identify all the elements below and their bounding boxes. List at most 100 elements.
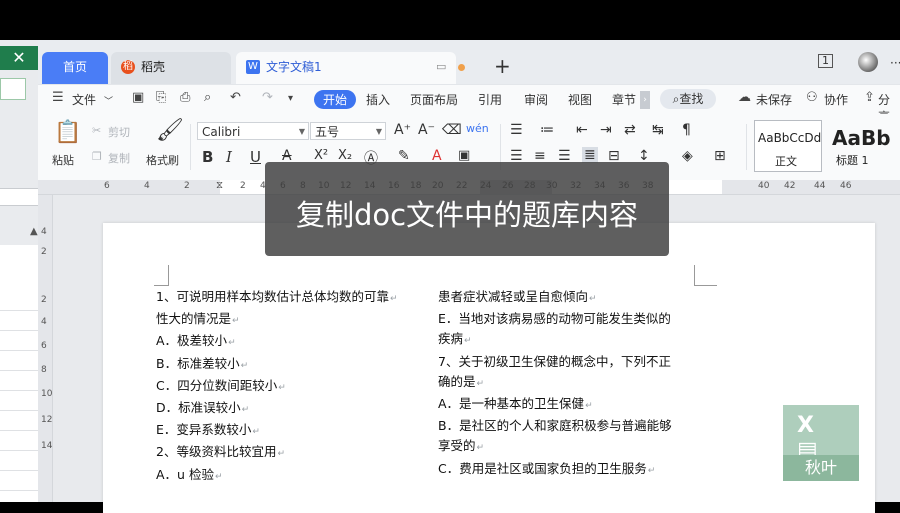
style-heading-1-sample: AaBb xyxy=(832,126,891,150)
export-pdf-icon[interactable]: ⎘ xyxy=(156,90,166,105)
comment-icon xyxy=(0,78,26,100)
text-column-right[interactable]: 患者症状减轻或呈自愈倾向↵ E．当地对该病易感的动物可能发生类似的 疾病↵ 7、… xyxy=(438,287,708,481)
justify-icon[interactable]: ≣ xyxy=(582,147,598,163)
menu-chapter[interactable]: 章节 xyxy=(612,91,636,108)
paste-button[interactable]: 粘贴 xyxy=(52,152,74,168)
format-painter-icon[interactable]: 🖌 xyxy=(156,118,184,143)
text-line: D．标准误较小↵ xyxy=(156,400,250,416)
font-size-select[interactable]: 五号 ▼ xyxy=(310,122,386,140)
shading-icon[interactable]: ◈ xyxy=(682,148,693,164)
tab-home[interactable]: 首页 xyxy=(42,52,108,84)
redo-icon[interactable]: ↷ xyxy=(262,90,273,105)
style-gallery: AaBbCcDd 正文 AaBb 标题 1 xyxy=(754,120,900,172)
bullet-list-icon[interactable]: ☰ xyxy=(510,122,523,138)
numbered-list-icon[interactable]: ≔ xyxy=(540,122,554,138)
tab-bar: 首页 稻 稻壳 W 文字文稿1 ▭ + 1 ··· xyxy=(38,40,900,84)
bold-icon[interactable]: B xyxy=(202,148,213,166)
menu-references[interactable]: 引用 xyxy=(478,91,502,108)
text-line: E．当地对该病易感的动物可能发生类似的 xyxy=(438,311,671,327)
ruler-tick: 6 xyxy=(104,181,110,191)
char-border-icon[interactable]: ▣ xyxy=(458,148,470,163)
cut-button[interactable]: 剪切 xyxy=(108,124,130,140)
ruler-tick: 14 xyxy=(41,441,53,451)
ruler-tick: 2 xyxy=(41,247,47,257)
menu-insert[interactable]: 插入 xyxy=(366,91,390,108)
show-marks-icon[interactable]: ¶ xyxy=(682,122,691,138)
more-icon[interactable]: ··· xyxy=(890,56,900,70)
menu-start[interactable]: 开始 xyxy=(314,90,357,109)
font-family-select[interactable]: Calibri ▼ xyxy=(197,122,309,140)
tab-daoke[interactable]: 稻 稻壳 xyxy=(111,52,231,84)
sort-icon[interactable]: ↹ xyxy=(652,122,664,138)
caption-overlay: 复制doc文件中的题库内容 xyxy=(265,162,669,256)
vertical-ruler[interactable]: 4 2 2 4 6 8 10 12 14 xyxy=(38,195,53,502)
ruler-tick: 2 xyxy=(184,181,190,191)
print-icon[interactable]: ⎙ xyxy=(180,90,190,105)
search-label: 查找 xyxy=(679,92,704,106)
shrink-font-icon[interactable]: A⁻ xyxy=(418,122,435,138)
menu-review[interactable]: 审阅 xyxy=(524,91,548,108)
divider xyxy=(190,124,191,170)
text-line: 2、等级资料比较宜用↵ xyxy=(156,444,286,460)
decrease-indent-icon[interactable]: ⇤ xyxy=(576,122,588,138)
grow-font-icon[interactable]: A⁺ xyxy=(394,122,411,138)
print-preview-icon[interactable]: ⌕ xyxy=(204,90,211,105)
ruler-tick: 10 xyxy=(41,389,53,399)
cut-icon: ✂ xyxy=(92,124,102,137)
hamburger-icon[interactable]: ☰ xyxy=(52,90,64,105)
ruler-tick: 40 xyxy=(758,181,770,191)
superscript-icon[interactable]: X² xyxy=(314,148,328,163)
collaborate-button[interactable]: 协作 xyxy=(824,91,848,108)
menu-scroll-arrow-icon[interactable]: › xyxy=(640,91,650,109)
ruler-tick: 6 xyxy=(41,341,47,351)
customize-toolbar-icon[interactable]: ▾ xyxy=(288,93,293,104)
menu-file[interactable]: 文件 xyxy=(72,91,96,108)
screen-top-black xyxy=(0,0,900,40)
unsaved-status[interactable]: 未保存 xyxy=(756,91,792,108)
border-icon[interactable]: ⊞ xyxy=(714,148,726,164)
window-count[interactable]: 1 xyxy=(818,54,839,68)
ruler-tick: 46 xyxy=(840,181,852,191)
monitor-icon[interactable]: ▭ xyxy=(436,52,446,82)
style-heading-1[interactable]: AaBb 标题 1 xyxy=(824,120,900,170)
ruler-tick: 4 xyxy=(41,227,47,237)
new-tab-button[interactable]: + xyxy=(494,54,511,78)
ruler-tick: 12 xyxy=(41,415,53,425)
text-line: 1、可说明用样本均数估计总体均数的可靠↵ xyxy=(156,289,398,304)
paste-icon[interactable]: 📋 xyxy=(54,120,81,145)
phonetic-guide-icon[interactable]: wén xyxy=(466,122,489,135)
underline-icon[interactable]: U xyxy=(250,148,261,166)
watermark-label: 秋叶 xyxy=(783,455,859,481)
ruler-tick: 8 xyxy=(41,365,47,375)
increase-indent-icon[interactable]: ⇥ xyxy=(600,122,612,138)
text-line: A．u 检验↵ xyxy=(156,466,223,482)
tab-document[interactable]: W 文字文稿1 ▭ xyxy=(236,52,465,84)
clear-format-icon[interactable]: ⌫ xyxy=(442,122,462,138)
close-icon[interactable]: ✕ xyxy=(0,46,38,70)
search-button[interactable]: ⌕查找 xyxy=(660,89,716,109)
menu-page-layout[interactable]: 页面布局 xyxy=(410,91,458,108)
menu-view[interactable]: 视图 xyxy=(568,91,592,108)
margin-corner-mark xyxy=(694,265,717,286)
text-column-left[interactable]: 1、可说明用样本均数估计总体均数的可靠↵ 性大的情况是↵ A．极差较小↵ B．标… xyxy=(156,287,426,487)
save-icon[interactable]: ▣ xyxy=(132,90,144,105)
text-line: E．变异系数较小↵ xyxy=(156,422,260,438)
style-normal[interactable]: AaBbCcDd 正文 xyxy=(754,120,822,172)
chevron-down-icon[interactable]: ﹀ xyxy=(104,94,113,107)
subscript-icon[interactable]: X₂ xyxy=(338,148,352,163)
cloud-icon: ☁ xyxy=(738,90,751,105)
text-line: B．是社区的个人和家庭积极参与普遍能够 xyxy=(438,418,672,434)
tab-daoke-label: 稻壳 xyxy=(141,60,166,74)
copy-button[interactable]: 复制 xyxy=(108,150,130,166)
text-line: C．费用是社区或国家负担的卫生服务↵ xyxy=(438,460,656,476)
text-line: 确的是↵ xyxy=(438,373,485,389)
indent-marker-icon[interactable]: ⧖ xyxy=(216,180,223,191)
text-line: B．标准差较小↵ xyxy=(156,355,249,371)
italic-icon[interactable]: I xyxy=(226,148,232,166)
chevron-up-icon[interactable]: ▲ xyxy=(30,226,38,237)
divider xyxy=(746,124,747,170)
format-painter-button[interactable]: 格式刷 xyxy=(146,152,179,168)
avatar[interactable] xyxy=(858,52,878,72)
undo-icon[interactable]: ↶ xyxy=(230,90,241,105)
chinese-layout-icon[interactable]: ⇄ xyxy=(624,122,636,138)
